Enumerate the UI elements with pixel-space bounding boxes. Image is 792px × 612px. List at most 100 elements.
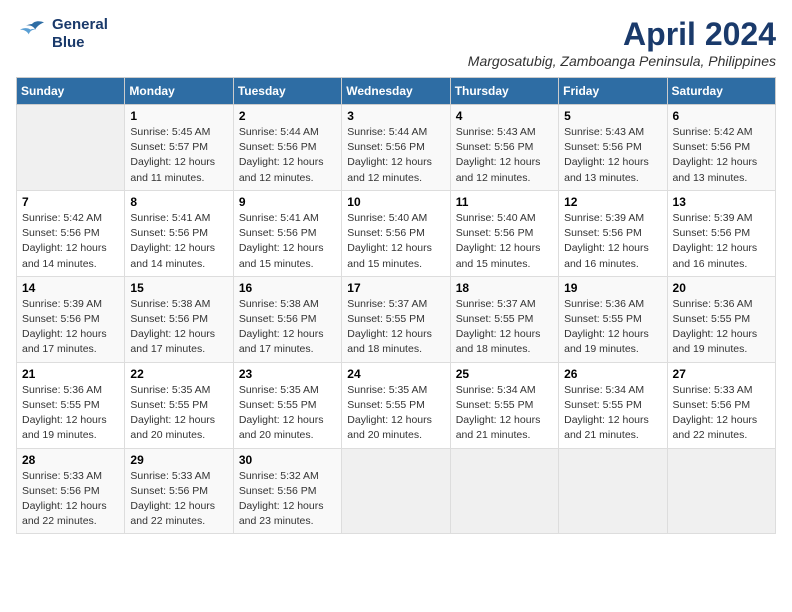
day-info: Sunrise: 5:39 AM Sunset: 5:56 PM Dayligh… [673,211,770,272]
calendar-cell [667,448,775,534]
logo: General Blue [16,16,108,52]
day-header-friday: Friday [559,78,667,105]
title-block: April 2024 Margosatubig, Zamboanga Penin… [468,16,776,69]
week-row-4: 21Sunrise: 5:36 AM Sunset: 5:55 PM Dayli… [17,362,776,448]
calendar-cell [559,448,667,534]
day-info: Sunrise: 5:43 AM Sunset: 5:56 PM Dayligh… [564,125,661,186]
day-info: Sunrise: 5:33 AM Sunset: 5:56 PM Dayligh… [22,469,119,530]
calendar-cell: 21Sunrise: 5:36 AM Sunset: 5:55 PM Dayli… [17,362,125,448]
day-number: 20 [673,281,770,295]
calendar-cell: 8Sunrise: 5:41 AM Sunset: 5:56 PM Daylig… [125,190,233,276]
calendar-cell: 30 Sunrise: 5:32 AM Sunset: 5:56 PM Dayli… [233,448,341,534]
day-header-saturday: Saturday [667,78,775,105]
day-number: 3 [347,109,444,123]
day-number: 6 [673,109,770,123]
day-number: 29 [130,453,227,467]
day-info: Sunrise: 5:41 AM Sunset: 5:56 PM Dayligh… [130,211,227,272]
day-number: 10 [347,195,444,209]
header: General Blue April 2024 Margosatubig, Za… [16,16,776,69]
day-header-wednesday: Wednesday [342,78,450,105]
day-info: Sunrise: 5:38 AM Sunset: 5:56 PM Dayligh… [239,297,336,358]
day-header-thursday: Thursday [450,78,558,105]
day-number: 24 [347,367,444,381]
day-number: 12 [564,195,661,209]
day-info: Sunrise: 5:33 AM Sunset: 5:56 PM Dayligh… [130,469,227,530]
day-number: 7 [22,195,119,209]
day-info: Sunrise: 5:44 AM Sunset: 5:56 PM Dayligh… [347,125,444,186]
day-info: Sunrise: 5:43 AM Sunset: 5:56 PM Dayligh… [456,125,553,186]
day-number: 1 [130,109,227,123]
calendar-table: SundayMondayTuesdayWednesdayThursdayFrid… [16,77,776,534]
day-info: Sunrise: 5:37 AM Sunset: 5:55 PM Dayligh… [347,297,444,358]
calendar-cell: 27 Sunrise: 5:33 AM Sunset: 5:56 PM Dayli… [667,362,775,448]
calendar-cell: 1 Sunrise: 5:45 AM Sunset: 5:57 PM Daylig… [125,105,233,191]
calendar-cell [342,448,450,534]
day-number: 23 [239,367,336,381]
day-number: 25 [456,367,553,381]
calendar-cell: 4Sunrise: 5:43 AM Sunset: 5:56 PM Daylig… [450,105,558,191]
calendar-cell: 16 Sunrise: 5:38 AM Sunset: 5:56 PM Dayli… [233,276,341,362]
day-info: Sunrise: 5:44 AM Sunset: 5:56 PM Dayligh… [239,125,336,186]
day-number: 21 [22,367,119,381]
calendar-cell: 19Sunrise: 5:36 AM Sunset: 5:55 PM Dayli… [559,276,667,362]
calendar-cell: 29 Sunrise: 5:33 AM Sunset: 5:56 PM Dayli… [125,448,233,534]
day-header-sunday: Sunday [17,78,125,105]
calendar-cell: 26 Sunrise: 5:34 AM Sunset: 5:55 PM Dayli… [559,362,667,448]
day-info: Sunrise: 5:42 AM Sunset: 5:56 PM Dayligh… [673,125,770,186]
calendar-cell: 18 Sunrise: 5:37 AM Sunset: 5:55 PM Dayli… [450,276,558,362]
day-number: 18 [456,281,553,295]
day-info: Sunrise: 5:35 AM Sunset: 5:55 PM Dayligh… [130,383,227,444]
day-number: 2 [239,109,336,123]
day-number: 14 [22,281,119,295]
day-info: Sunrise: 5:39 AM Sunset: 5:56 PM Dayligh… [22,297,119,358]
calendar-cell: 6 Sunrise: 5:42 AM Sunset: 5:56 PM Daylig… [667,105,775,191]
calendar-cell: 24Sunrise: 5:35 AM Sunset: 5:55 PM Dayli… [342,362,450,448]
calendar-cell [17,105,125,191]
calendar-cell: 23 Sunrise: 5:35 AM Sunset: 5:55 PM Dayli… [233,362,341,448]
calendar-cell: 7 Sunrise: 5:42 AM Sunset: 5:56 PM Daylig… [17,190,125,276]
calendar-cell: 5 Sunrise: 5:43 AM Sunset: 5:56 PM Daylig… [559,105,667,191]
day-header-tuesday: Tuesday [233,78,341,105]
calendar-cell: 15Sunrise: 5:38 AM Sunset: 5:56 PM Dayli… [125,276,233,362]
day-info: Sunrise: 5:45 AM Sunset: 5:57 PM Dayligh… [130,125,227,186]
calendar-cell: 9 Sunrise: 5:41 AM Sunset: 5:56 PM Daylig… [233,190,341,276]
day-info: Sunrise: 5:40 AM Sunset: 5:56 PM Dayligh… [347,211,444,272]
calendar-cell: 25 Sunrise: 5:34 AM Sunset: 5:55 PM Dayli… [450,362,558,448]
day-info: Sunrise: 5:42 AM Sunset: 5:56 PM Dayligh… [22,211,119,272]
day-number: 16 [239,281,336,295]
page-subtitle: Margosatubig, Zamboanga Peninsula, Phili… [468,53,776,69]
calendar-cell: 11Sunrise: 5:40 AM Sunset: 5:56 PM Dayli… [450,190,558,276]
logo-icon [16,20,48,48]
day-info: Sunrise: 5:34 AM Sunset: 5:55 PM Dayligh… [564,383,661,444]
calendar-cell: 17Sunrise: 5:37 AM Sunset: 5:55 PM Dayli… [342,276,450,362]
day-info: Sunrise: 5:35 AM Sunset: 5:55 PM Dayligh… [239,383,336,444]
day-number: 11 [456,195,553,209]
calendar-cell: 14 Sunrise: 5:39 AM Sunset: 5:56 PM Dayli… [17,276,125,362]
day-info: Sunrise: 5:34 AM Sunset: 5:55 PM Dayligh… [456,383,553,444]
day-info: Sunrise: 5:36 AM Sunset: 5:55 PM Dayligh… [564,297,661,358]
day-info: Sunrise: 5:41 AM Sunset: 5:56 PM Dayligh… [239,211,336,272]
calendar-cell: 20 Sunrise: 5:36 AM Sunset: 5:55 PM Dayli… [667,276,775,362]
calendar-cell: 22 Sunrise: 5:35 AM Sunset: 5:55 PM Dayli… [125,362,233,448]
page-title: April 2024 [468,16,776,53]
calendar-cell: 2 Sunrise: 5:44 AM Sunset: 5:56 PM Daylig… [233,105,341,191]
day-number: 28 [22,453,119,467]
day-info: Sunrise: 5:37 AM Sunset: 5:55 PM Dayligh… [456,297,553,358]
calendar-cell: 12 Sunrise: 5:39 AM Sunset: 5:56 PM Dayli… [559,190,667,276]
calendar-cell [450,448,558,534]
day-info: Sunrise: 5:33 AM Sunset: 5:56 PM Dayligh… [673,383,770,444]
day-number: 13 [673,195,770,209]
calendar-cell: 3 Sunrise: 5:44 AM Sunset: 5:56 PM Daylig… [342,105,450,191]
day-number: 15 [130,281,227,295]
day-number: 27 [673,367,770,381]
day-number: 30 [239,453,336,467]
day-info: Sunrise: 5:39 AM Sunset: 5:56 PM Dayligh… [564,211,661,272]
week-row-5: 28 Sunrise: 5:33 AM Sunset: 5:56 PM Dayli… [17,448,776,534]
week-row-3: 14 Sunrise: 5:39 AM Sunset: 5:56 PM Dayli… [17,276,776,362]
day-number: 5 [564,109,661,123]
day-number: 26 [564,367,661,381]
day-info: Sunrise: 5:36 AM Sunset: 5:55 PM Dayligh… [673,297,770,358]
day-number: 9 [239,195,336,209]
day-number: 22 [130,367,227,381]
day-info: Sunrise: 5:32 AM Sunset: 5:56 PM Dayligh… [239,469,336,530]
